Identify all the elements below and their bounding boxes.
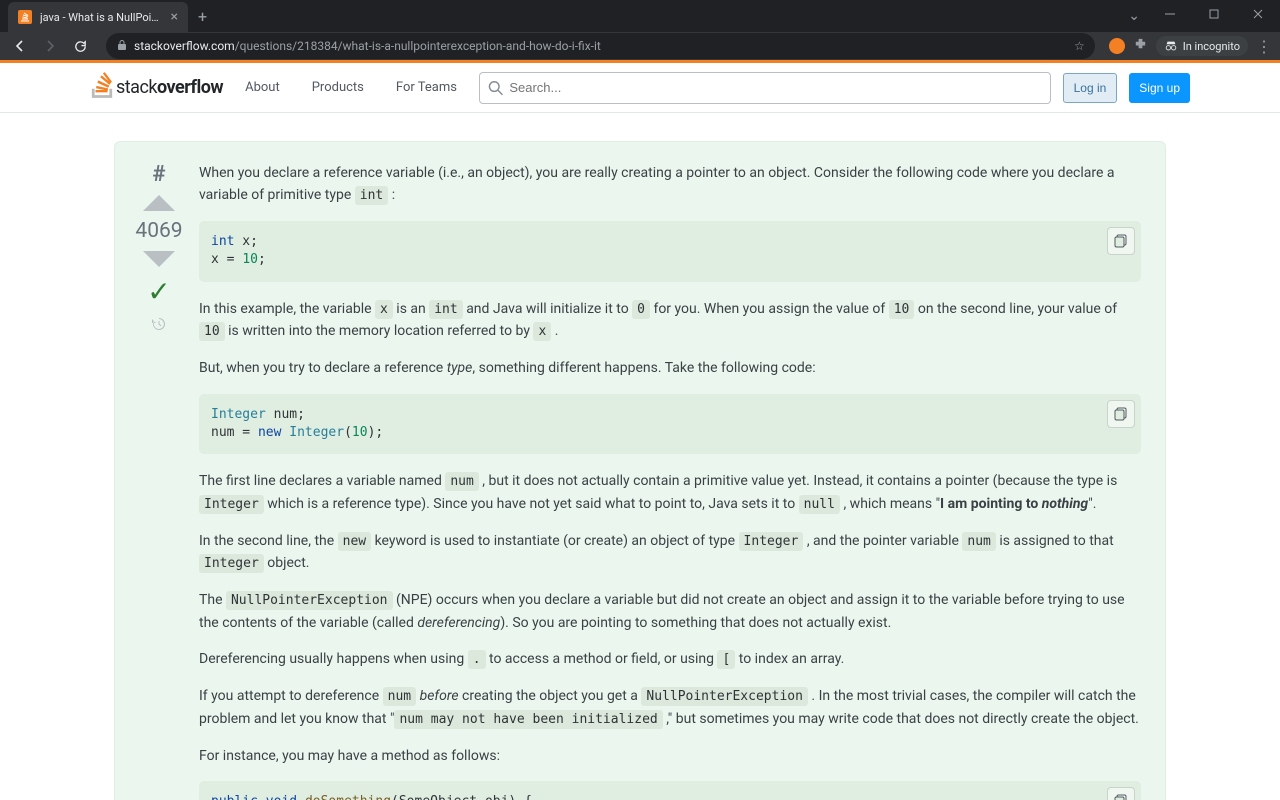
site-header: stackoverflow About Products For Teams L… — [0, 63, 1280, 113]
code-block-3: public void doSomething(SomeObject obj) … — [199, 781, 1141, 800]
incognito-badge: In incognito — [1156, 36, 1248, 56]
url-text: stackoverflow.com/questions/218384/what-… — [134, 39, 1068, 53]
browser-chrome: ⌄ java - What is a NullPointerExcep × + … — [0, 0, 1280, 60]
code-block-2: Integer num; num = new Integer(10); — [199, 394, 1141, 454]
logo-icon — [90, 71, 114, 105]
search-box[interactable] — [479, 72, 1051, 104]
tab-title: java - What is a NullPointerExcep — [40, 11, 163, 24]
downvote-button[interactable] — [143, 251, 175, 267]
code-block-1: int x; x = 10; — [199, 221, 1141, 281]
upvote-button[interactable] — [143, 195, 175, 211]
incognito-icon — [1164, 39, 1178, 53]
accepted-check-icon: ✓ — [147, 275, 170, 308]
page-viewport[interactable]: stackoverflow About Products For Teams L… — [0, 60, 1280, 800]
menu-icon[interactable]: ⋮ — [1256, 37, 1272, 56]
signup-button[interactable]: Sign up — [1129, 73, 1190, 103]
nav-about[interactable]: About — [235, 74, 290, 101]
address-bar[interactable]: stackoverflow.com/questions/218384/what-… — [106, 33, 1095, 59]
window-close[interactable] — [1236, 0, 1280, 28]
copy-button[interactable] — [1107, 227, 1135, 255]
answer-body: When you declare a reference variable (i… — [199, 162, 1141, 800]
history-icon[interactable] — [151, 316, 167, 336]
reload-button[interactable] — [68, 34, 92, 58]
nav-products[interactable]: Products — [302, 74, 374, 101]
window-minimize[interactable] — [1148, 0, 1192, 28]
search-icon — [488, 80, 503, 96]
accepted-answer: # 4069 ✓ When you declare a reference va… — [114, 141, 1166, 800]
answer-link-icon[interactable]: # — [152, 162, 165, 187]
back-button[interactable] — [8, 34, 32, 58]
lock-icon — [116, 39, 128, 54]
copy-button[interactable] — [1107, 787, 1135, 800]
extensions-icon[interactable] — [1133, 37, 1148, 56]
extension-icon[interactable] — [1109, 38, 1125, 54]
login-button[interactable]: Log in — [1063, 73, 1118, 103]
favicon — [18, 10, 32, 24]
tab-close-icon[interactable]: × — [171, 9, 178, 25]
browser-tab[interactable]: java - What is a NullPointerExcep × — [8, 2, 188, 32]
forward-button[interactable] — [38, 34, 62, 58]
nav-teams[interactable]: For Teams — [386, 74, 467, 101]
search-input[interactable] — [509, 80, 1041, 95]
vote-count: 4069 — [135, 219, 182, 243]
copy-button[interactable] — [1107, 400, 1135, 428]
new-tab-button[interactable]: + — [188, 1, 217, 32]
site-logo[interactable]: stackoverflow — [90, 71, 223, 105]
star-icon[interactable]: ☆ — [1074, 39, 1085, 53]
window-maximize[interactable] — [1192, 0, 1236, 28]
